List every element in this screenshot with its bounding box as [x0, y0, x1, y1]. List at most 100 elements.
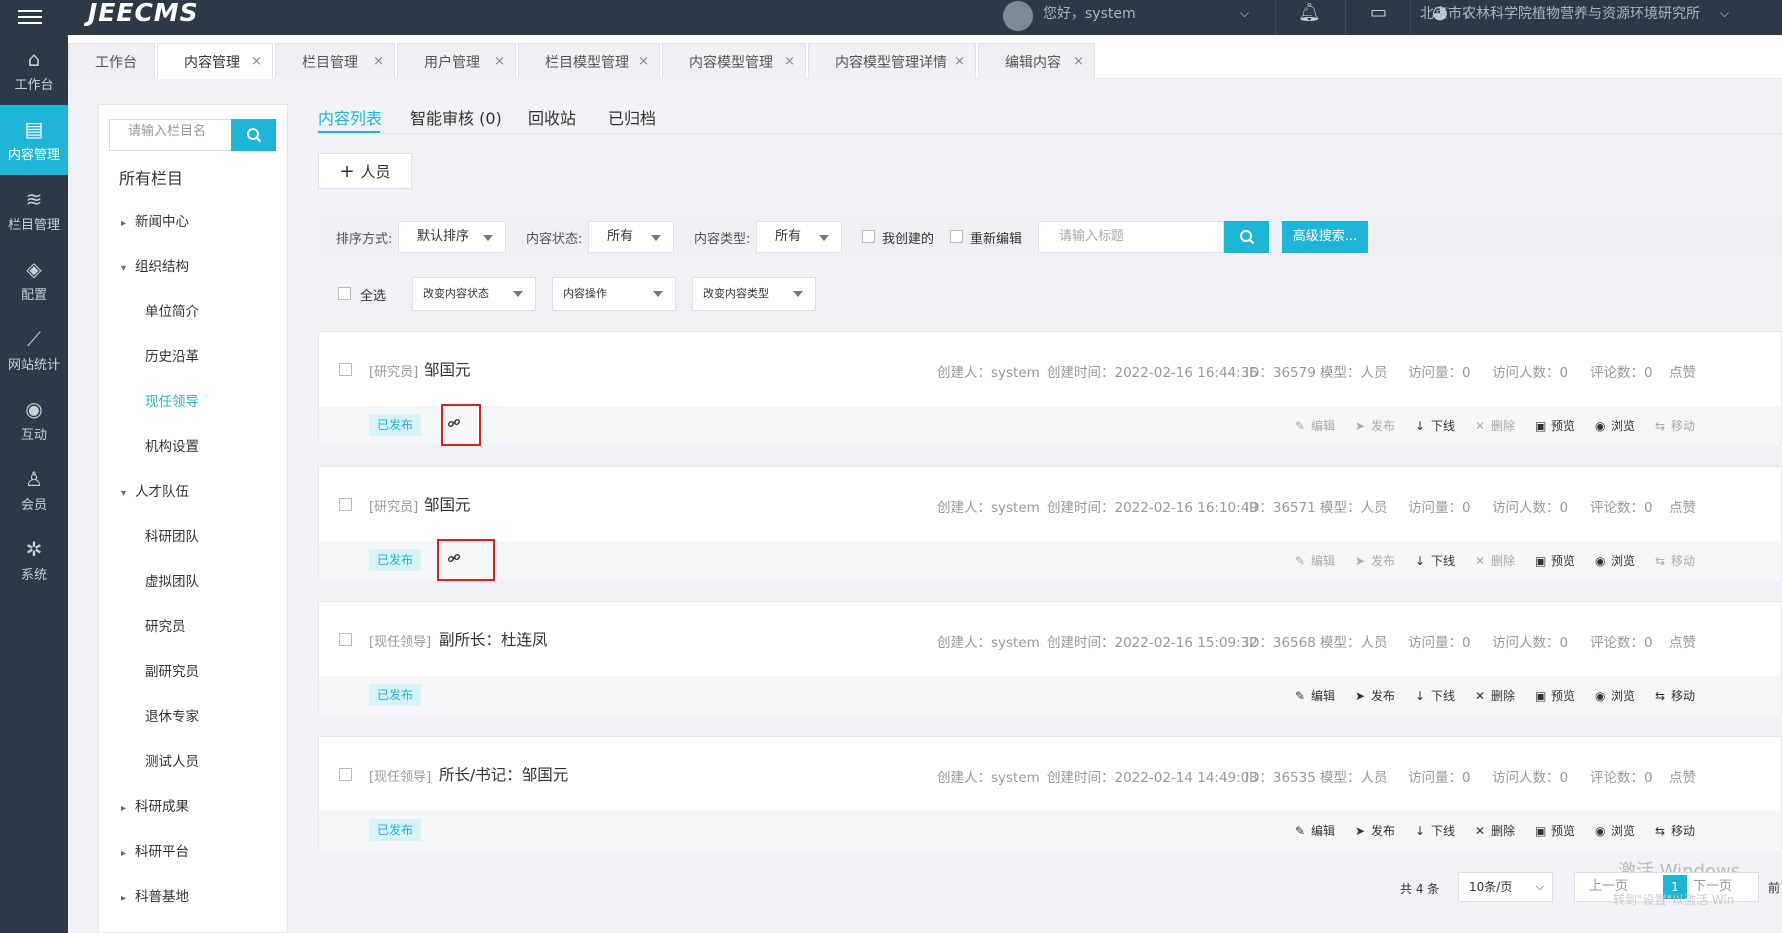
download-button[interactable]: ↓ 下线 [1415, 687, 1455, 704]
user-avatar[interactable] [1003, 1, 1033, 31]
status-select[interactable]: 所有 [588, 221, 674, 253]
tab-content-list[interactable]: 内容列表 [318, 105, 382, 129]
nav-item-4[interactable]: ⟋ 网站统计 [0, 315, 68, 385]
preview-button[interactable]: ▣ 预览 [1535, 552, 1575, 569]
tab-2[interactable]: 栏目管理 × [275, 43, 395, 79]
all-columns-label[interactable]: 所有栏目 [119, 165, 183, 189]
monitor-icon[interactable]: ▭ [1370, 2, 1387, 23]
tree-item[interactable]: 历史沿革 [145, 345, 199, 365]
send-button[interactable]: ➤ 发布 [1355, 822, 1395, 839]
select-all-checkbox[interactable] [338, 287, 351, 300]
move-button[interactable]: ⇆ 移动 [1655, 687, 1695, 704]
chevron-down-icon[interactable]: ⌵ [1720, 6, 1729, 21]
content-title[interactable]: 邹国元 [424, 493, 471, 515]
tab-5[interactable]: 内容模型管理 × [662, 43, 806, 79]
eye-button[interactable]: ◉ 浏览 [1595, 552, 1635, 569]
tree-item[interactable]: 虚拟团队 [145, 570, 199, 590]
title-search-button[interactable] [1224, 221, 1269, 253]
tree-item[interactable]: ▸ 科研平台 [121, 840, 189, 860]
content-title[interactable]: 所长/书记：邹国元 [439, 763, 568, 785]
page-size-select[interactable]: 10条/页 ⌵ [1458, 872, 1553, 902]
tree-item[interactable]: ▾ 组织结构 [121, 255, 189, 275]
eye-button[interactable]: ◉ 浏览 [1595, 822, 1635, 839]
tree-item[interactable]: 测试人员 [145, 750, 199, 770]
row-checkbox[interactable] [339, 768, 352, 781]
tree-item[interactable]: 副研究员 [145, 660, 199, 680]
tree-item[interactable]: ▸ 新闻中心 [121, 210, 189, 230]
site-name[interactable]: 北京市农林科学院植物营养与资源环境研究所 [1420, 3, 1700, 23]
content-ops-select[interactable]: 内容操作 [552, 277, 676, 311]
caret-right-icon[interactable]: ▸ [121, 893, 135, 904]
close-icon[interactable]: × [494, 54, 505, 69]
created-by-me-checkbox[interactable] [862, 230, 875, 243]
preview-button[interactable]: ▣ 预览 [1535, 687, 1575, 704]
nav-item-3[interactable]: ◈ 配置 [0, 245, 68, 315]
caret-right-icon[interactable]: ▸ [121, 218, 135, 229]
eye-button[interactable]: ◉ 浏览 [1595, 687, 1635, 704]
tree-item[interactable]: ▾ 人才队伍 [121, 480, 189, 500]
row-checkbox[interactable] [339, 363, 352, 376]
download-button[interactable]: ↓ 下线 [1415, 552, 1455, 569]
edit-button[interactable]: ✎ 编辑 [1295, 417, 1335, 434]
bell-icon[interactable]: 🔔︎ [1298, 2, 1321, 23]
caret-right-icon[interactable]: ▸ [121, 848, 135, 859]
download-button[interactable]: ↓ 下线 [1415, 822, 1455, 839]
delete-button[interactable]: ✕ 删除 [1475, 417, 1515, 434]
site-switcher[interactable]: 北京市农林科学院植物营养与资源环境研究所 ⌵ [1400, 0, 1782, 35]
tab-3[interactable]: 用户管理 × [397, 43, 516, 79]
close-icon[interactable]: × [251, 54, 262, 69]
tab-1[interactable]: 内容管理 × [157, 43, 273, 79]
select-all-label[interactable]: 全选 [360, 285, 386, 304]
nav-item-2[interactable]: ≋ 栏目管理 [0, 175, 68, 245]
nav-item-6[interactable]: ♙ 会员 [0, 455, 68, 525]
user-greeting[interactable]: 您好，system [1043, 3, 1136, 23]
tab-7[interactable]: 编辑内容 × [978, 43, 1095, 79]
row-checkbox[interactable] [339, 498, 352, 511]
tab-6[interactable]: 内容模型管理详情 × [808, 43, 976, 79]
delete-button[interactable]: ✕ 删除 [1475, 822, 1515, 839]
edit-button[interactable]: ✎ 编辑 [1295, 822, 1335, 839]
tree-item[interactable]: ▸ 科普基地 [121, 885, 189, 905]
close-icon[interactable]: × [954, 54, 965, 69]
tree-item[interactable]: 研究员 [145, 615, 186, 635]
caret-down-icon[interactable]: ▾ [121, 488, 135, 499]
edit-button[interactable]: ✎ 编辑 [1295, 687, 1335, 704]
tab-0[interactable]: 工作台 [68, 43, 155, 79]
change-status-select[interactable]: 改变内容状态 [412, 277, 536, 311]
tab-archived[interactable]: 已归档 [608, 105, 656, 129]
search-button[interactable] [231, 119, 276, 151]
delete-button[interactable]: ✕ 删除 [1475, 687, 1515, 704]
sort-select[interactable]: 默认排序 [398, 221, 506, 253]
hamburger-menu-icon[interactable] [18, 6, 42, 30]
caret-right-icon[interactable]: ▸ [121, 803, 135, 814]
edit-button[interactable]: ✎ 编辑 [1295, 552, 1335, 569]
nav-item-7[interactable]: ✲ 系统 [0, 525, 68, 595]
tab-4[interactable]: 栏目模型管理 × [518, 43, 660, 79]
change-type-select[interactable]: 改变内容类型 [692, 277, 816, 311]
move-button[interactable]: ⇆ 移动 [1655, 417, 1695, 434]
preview-button[interactable]: ▣ 预览 [1535, 822, 1575, 839]
nav-item-5[interactable]: ◉ 互动 [0, 385, 68, 455]
close-icon[interactable]: × [373, 54, 384, 69]
send-button[interactable]: ➤ 发布 [1355, 687, 1395, 704]
close-icon[interactable]: × [638, 54, 649, 69]
chevron-down-icon[interactable]: ⌵ [1240, 6, 1249, 21]
close-icon[interactable]: × [784, 54, 795, 69]
content-title[interactable]: 副所长：杜连凤 [439, 628, 548, 650]
nav-item-1[interactable]: ▤ 内容管理 [0, 105, 68, 175]
move-button[interactable]: ⇆ 移动 [1655, 822, 1695, 839]
type-select[interactable]: 所有 [756, 221, 842, 253]
tree-item[interactable]: 退休专家 [145, 705, 199, 725]
tab-smart-review[interactable]: 智能审核 (0) [410, 105, 502, 129]
tree-item[interactable]: ▸ 科研成果 [121, 795, 189, 815]
caret-down-icon[interactable]: ▾ [121, 263, 135, 274]
delete-button[interactable]: ✕ 删除 [1475, 552, 1515, 569]
row-checkbox[interactable] [339, 633, 352, 646]
tree-item[interactable]: 科研团队 [145, 525, 199, 545]
reedit-checkbox[interactable] [950, 230, 963, 243]
title-search-input[interactable]: 请输入标题 [1038, 221, 1224, 253]
send-button[interactable]: ➤ 发布 [1355, 552, 1395, 569]
tree-item[interactable]: 机构设置 [145, 435, 199, 455]
add-person-button[interactable]: + 人员 [318, 153, 412, 189]
send-button[interactable]: ➤ 发布 [1355, 417, 1395, 434]
